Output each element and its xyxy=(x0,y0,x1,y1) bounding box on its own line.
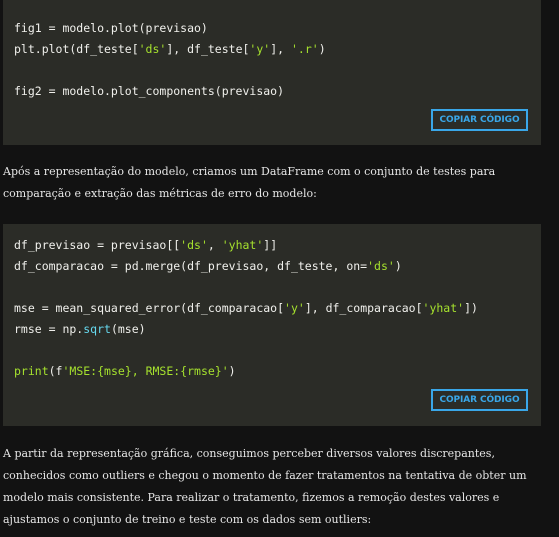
code-token: ], df_teste[ xyxy=(166,42,250,56)
code-line: rmse = np.sqrt(mse) xyxy=(14,322,146,336)
code-token: print xyxy=(14,364,49,378)
paragraph-2: A partir da representação gráfica, conse… xyxy=(3,447,527,526)
code-line: df_comparacao = pd.merge(df_previsao, df… xyxy=(14,259,402,273)
code-token: ]) xyxy=(464,301,478,315)
code-line: print(f'MSE:{mse}, RMSE:{rmse}') xyxy=(14,364,236,378)
code-token: ], df_comparacao[ xyxy=(304,301,423,315)
code-line: fig2 = modelo.plot_components(previsao) xyxy=(14,84,284,98)
code-token: sqrt xyxy=(83,322,111,336)
code-token: df_previsao = previsao[[ xyxy=(14,238,181,252)
code-token: 'yhat' xyxy=(422,301,465,315)
code-token: df_comparacao = pd.merge(df_previsao, df… xyxy=(14,259,368,273)
code-token: fig1 = modelo.plot(previsao) xyxy=(14,21,208,35)
code-block-2: df_previsao = previsao[['ds', 'yhat']] df… xyxy=(3,224,541,426)
paragraph-1: Após a representação do modelo, criamos … xyxy=(3,165,496,200)
code-token: 'y' xyxy=(249,42,271,56)
code-line: plt.plot(df_teste['ds'], df_teste['y'], … xyxy=(14,42,326,56)
code-token: ], xyxy=(270,42,291,56)
code-token: ]] xyxy=(263,238,278,252)
code-block-1: fig1 = modelo.plot(previsao) plt.plot(df_… xyxy=(3,0,541,145)
code-token: 'MSE:{mse}, RMSE:{rmse}' xyxy=(62,364,229,378)
code-token: (f xyxy=(48,364,63,378)
code-token: , xyxy=(207,238,222,252)
code-line: df_previsao = previsao[['ds', 'yhat']] xyxy=(14,238,277,252)
code-token: (mse) xyxy=(110,322,146,336)
code-token: rmse = np. xyxy=(14,322,84,336)
copy-code-button-1[interactable]: COPIAR CÓDIGO xyxy=(431,109,528,131)
code-line: mse = mean_squared_error(df_comparacao['… xyxy=(14,301,478,315)
code-token: fig2 = modelo.plot_components(previsao) xyxy=(14,84,285,98)
code-token: ) xyxy=(318,42,326,56)
code-token: 'ds' xyxy=(367,259,395,273)
code-token: mse = mean_squared_error(df_comparacao[ xyxy=(14,301,285,315)
code-token: 'y' xyxy=(284,301,305,315)
code-token: 'yhat' xyxy=(221,238,264,252)
copy-code-button-2[interactable]: COPIAR CÓDIGO xyxy=(431,389,528,411)
code-token: 'ds' xyxy=(180,238,208,252)
code-token: ) xyxy=(228,364,236,378)
code-line: fig1 = modelo.plot(previsao) xyxy=(14,21,208,35)
code-token: plt.plot(df_teste[ xyxy=(14,42,139,56)
code-token: '.r' xyxy=(290,42,319,56)
code-token: ) xyxy=(394,259,402,273)
code-token: 'ds' xyxy=(138,42,167,56)
